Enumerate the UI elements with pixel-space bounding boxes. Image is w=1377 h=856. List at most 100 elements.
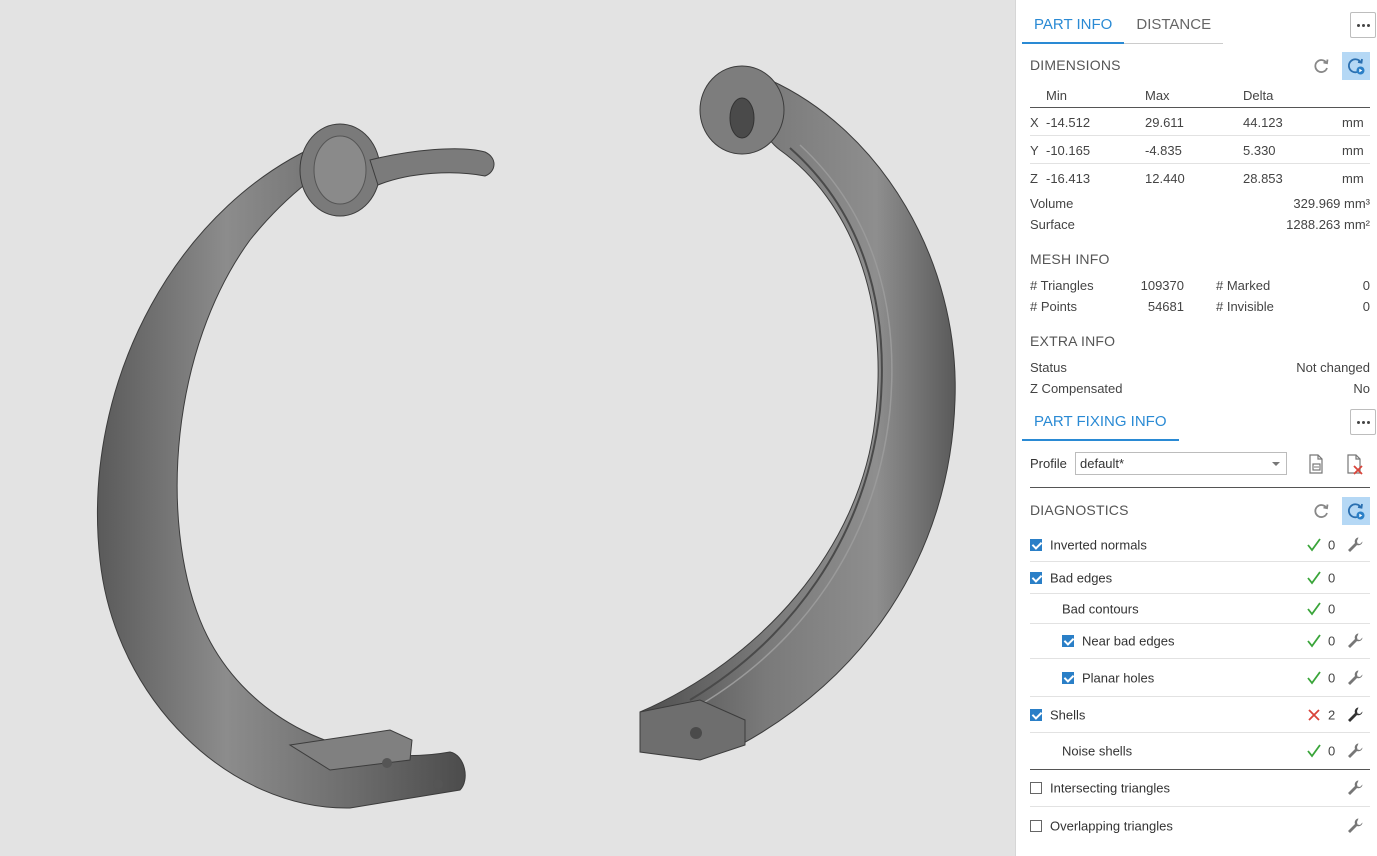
header-delta: Delta xyxy=(1243,88,1274,103)
dimensions-header: Min Max Delta xyxy=(1030,84,1370,108)
diagnostic-checkbox[interactable] xyxy=(1030,782,1042,794)
profile-select[interactable]: default* xyxy=(1075,452,1287,475)
wrench-icon[interactable] xyxy=(1346,536,1364,554)
mesh-row-1: # Triangles 109370 # Marked 0 xyxy=(1030,278,1370,298)
diagnostic-label: Overlapping triangles xyxy=(1050,818,1173,833)
profile-select-value: default* xyxy=(1080,456,1125,471)
more-icon xyxy=(1356,420,1370,424)
unit-label: mm xyxy=(1342,143,1364,158)
wrench-icon[interactable] xyxy=(1346,706,1364,724)
diagnostic-row: Noise shells 0 xyxy=(1030,733,1370,770)
volume-label: Volume xyxy=(1030,196,1074,211)
diagnostic-checkbox[interactable] xyxy=(1062,671,1074,684)
diagnostic-count: 0 xyxy=(1328,537,1336,552)
marked-label: # Marked xyxy=(1216,278,1271,293)
chevron-down-icon xyxy=(1272,462,1280,466)
status-label: Status xyxy=(1030,360,1067,375)
diagnostic-label: Near bad edges xyxy=(1082,633,1175,649)
import-profile-icon xyxy=(1309,454,1323,474)
marked-value: 0 xyxy=(1362,278,1370,293)
wrench-icon[interactable] xyxy=(1346,779,1364,797)
diagnostic-checkbox[interactable] xyxy=(1062,635,1074,647)
diagnostic-row: Planar holes 0 xyxy=(1030,659,1370,697)
tab-part-info[interactable]: PART INFO xyxy=(1022,0,1125,44)
dimension-row-y: Y -10.165 -4.835 5.330 mm xyxy=(1030,136,1370,164)
surface-value: 1288.263 mm² xyxy=(1286,217,1370,232)
diagnostics-refresh-button[interactable] xyxy=(1307,497,1335,525)
diagnostic-row: Intersecting triangles xyxy=(1030,770,1370,807)
profile-divider xyxy=(1030,487,1370,488)
unit-label: mm xyxy=(1342,171,1364,186)
profile-label: Profile xyxy=(1030,456,1067,471)
invisible-value: 0 xyxy=(1362,299,1370,314)
min-value: -14.512 xyxy=(1046,115,1091,130)
diagnostic-row: Inverted normals 0 xyxy=(1030,528,1370,562)
dimension-row-z: Z -16.413 12.440 28.853 mm xyxy=(1030,164,1370,192)
delta-value: 44.123 xyxy=(1243,115,1283,130)
status-row: Status Not changed xyxy=(1030,360,1370,380)
diagnostic-row: Bad edges 0 xyxy=(1030,562,1370,594)
wrench-icon[interactable] xyxy=(1346,742,1364,760)
auto-refresh-icon xyxy=(1348,503,1365,520)
extra-info-title: EXTRA INFO xyxy=(1030,333,1116,349)
delete-profile-icon xyxy=(1347,454,1363,475)
dimension-row-x: X -14.512 29.611 44.123 mm xyxy=(1030,108,1370,136)
diagnostic-checkbox[interactable] xyxy=(1030,708,1042,721)
points-label: # Points xyxy=(1030,299,1077,314)
import-profile-button[interactable] xyxy=(1302,450,1330,478)
volume-value: 329.969 mm³ xyxy=(1293,196,1370,211)
3d-viewport[interactable] xyxy=(0,0,1015,856)
diagnostic-label: Inverted normals xyxy=(1050,537,1147,552)
mesh-row-2: # Points 54681 # Invisible 0 xyxy=(1030,299,1370,319)
wrench-icon[interactable] xyxy=(1346,632,1364,650)
diagnostic-label: Bad contours xyxy=(1062,601,1139,616)
part-fixing-more-button[interactable] xyxy=(1350,409,1376,435)
header-max: Max xyxy=(1145,88,1170,103)
refresh-icon xyxy=(1314,504,1329,518)
max-value: 12.440 xyxy=(1145,171,1185,186)
diagnostic-count: 0 xyxy=(1328,570,1336,585)
surface-row: Surface 1288.263 mm² xyxy=(1030,217,1370,237)
diagnostic-row: Overlapping triangles xyxy=(1030,807,1370,844)
diagnostic-count: 0 xyxy=(1328,633,1336,649)
check-icon xyxy=(1307,634,1321,648)
delta-value: 5.330 xyxy=(1243,143,1276,158)
panel-tabs: PART INFO DISTANCE xyxy=(1022,0,1224,44)
check-icon xyxy=(1307,670,1321,684)
axis-label: Y xyxy=(1030,143,1039,158)
auto-refresh-icon xyxy=(1348,58,1365,75)
surface-label: Surface xyxy=(1030,217,1075,232)
invisible-label: # Invisible xyxy=(1216,299,1274,314)
diagnostics-auto-refresh-button[interactable] xyxy=(1342,497,1370,525)
max-value: -4.835 xyxy=(1145,143,1182,158)
min-value: -16.413 xyxy=(1046,171,1091,186)
diagnostic-checkbox[interactable] xyxy=(1030,538,1042,551)
diagnostic-label: Intersecting triangles xyxy=(1050,780,1170,796)
header-min: Min xyxy=(1046,88,1067,103)
tab-distance[interactable]: DISTANCE xyxy=(1124,0,1224,44)
dimensions-table: Min Max Delta X -14.512 29.611 44.123 mm… xyxy=(1030,84,1370,192)
diagnostic-checkbox[interactable] xyxy=(1030,571,1042,584)
diagnostic-count: 0 xyxy=(1328,601,1336,616)
wrench-icon[interactable] xyxy=(1346,817,1364,835)
refresh-button[interactable] xyxy=(1307,52,1335,80)
delta-value: 28.853 xyxy=(1243,171,1283,186)
delete-profile-button[interactable] xyxy=(1340,450,1368,478)
z-compensated-label: Z Compensated xyxy=(1030,381,1123,396)
diagnostic-checkbox[interactable] xyxy=(1030,819,1042,832)
right-ring-shell xyxy=(639,79,956,753)
mesh-info-title: MESH INFO xyxy=(1030,251,1110,267)
triangles-value: 109370 xyxy=(1140,278,1184,293)
diagnostic-count: 0 xyxy=(1328,743,1336,759)
refresh-icon xyxy=(1314,59,1329,73)
auto-refresh-button[interactable] xyxy=(1342,52,1370,80)
diagnostic-row: Bad contours 0 xyxy=(1030,594,1370,624)
wrench-icon[interactable] xyxy=(1346,669,1364,687)
tab-part-fixing-info[interactable]: PART FIXING INFO xyxy=(1022,397,1179,441)
part-model-render[interactable] xyxy=(0,0,1015,856)
left-ring-shell xyxy=(96,139,466,809)
volume-row: Volume 329.969 mm³ xyxy=(1030,196,1370,216)
more-options-button[interactable] xyxy=(1350,12,1376,38)
z-compensated-value: No xyxy=(1353,381,1370,396)
unit-label: mm xyxy=(1342,115,1364,130)
